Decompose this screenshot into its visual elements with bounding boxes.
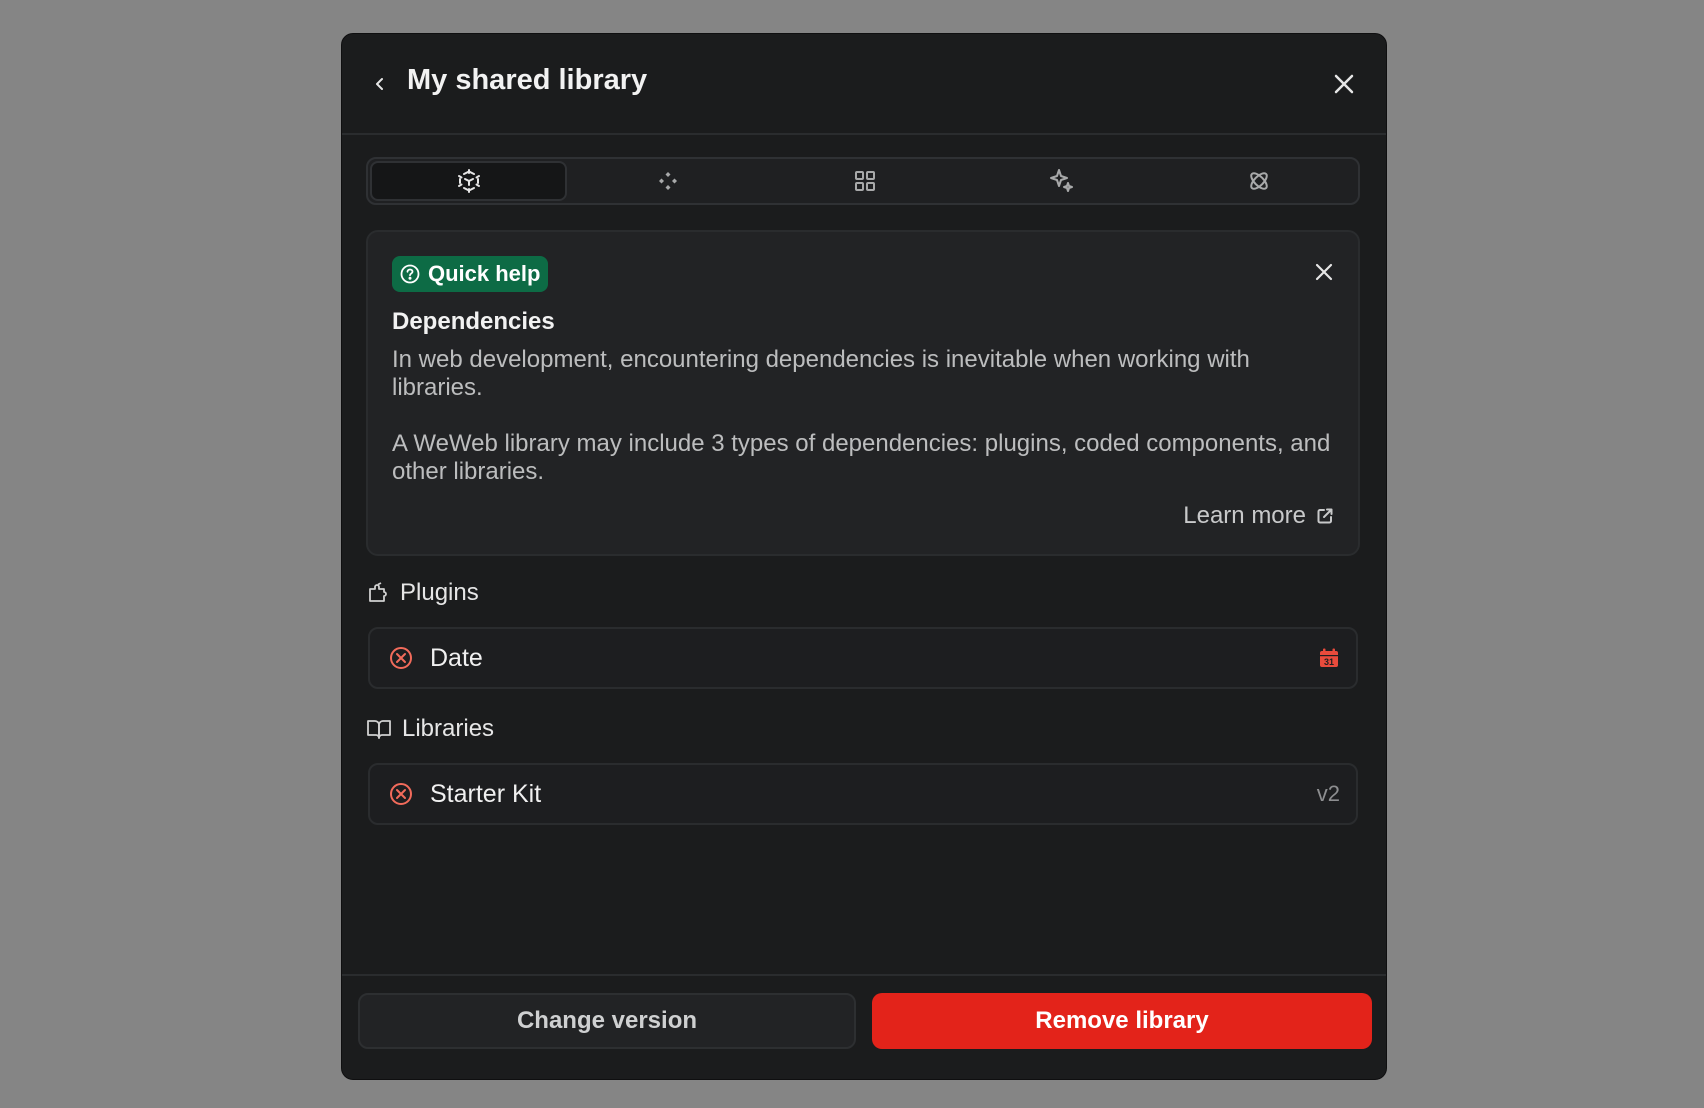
list-item[interactable]: Starter Kit v2 <box>368 763 1358 825</box>
external-link-icon <box>1317 508 1333 524</box>
quick-help-label: Quick help <box>428 261 541 286</box>
x-circle-icon <box>390 647 412 669</box>
atom-icon <box>1250 172 1269 190</box>
x-circle-icon <box>390 783 412 805</box>
tab-sections[interactable] <box>768 161 961 201</box>
remove-dependency-icon[interactable] <box>388 781 414 807</box>
library-modal: My shared library Quick help Dependencie… <box>341 33 1387 1080</box>
calendar-day: 31 <box>1324 657 1334 667</box>
modal-footer: Change version Remove library <box>342 974 1386 1079</box>
book-icon <box>367 720 391 739</box>
tab-library[interactable] <box>370 161 568 201</box>
tab-components[interactable] <box>571 161 764 201</box>
learn-more-label: Learn more <box>1183 502 1306 529</box>
close-icon <box>1315 263 1333 281</box>
learn-more-link[interactable]: Learn more <box>1183 502 1334 530</box>
chevron-left-icon <box>376 78 383 90</box>
question-circle-icon <box>400 264 420 284</box>
tab-plugins[interactable] <box>1163 161 1356 201</box>
modal-title: My shared library <box>407 64 648 96</box>
remove-dependency-icon[interactable] <box>388 645 414 671</box>
dependency-name: Date <box>430 643 483 672</box>
puzzle-icon <box>369 582 387 602</box>
remove-library-button[interactable]: Remove library <box>872 993 1372 1049</box>
help-close-button[interactable] <box>1308 256 1340 288</box>
change-version-button[interactable]: Change version <box>358 993 856 1049</box>
grid-icon <box>855 171 875 191</box>
diamonds-icon <box>658 172 677 190</box>
quick-help-card: Quick help Dependencies In web developme… <box>366 230 1360 556</box>
back-button[interactable] <box>366 70 394 98</box>
version-label: v2 <box>1316 781 1340 806</box>
plugins-label: Plugins <box>400 579 479 606</box>
calendar-icon: 31 <box>1318 647 1340 669</box>
plugins-section-label: Plugins <box>366 579 479 607</box>
libraries-label: Libraries <box>402 715 495 742</box>
close-icon <box>1334 74 1354 94</box>
cube-icon <box>457 169 480 193</box>
sparkles-icon <box>1050 169 1074 192</box>
dependency-name: Starter Kit <box>430 779 542 808</box>
tab-bar <box>366 157 1360 205</box>
quick-help-badge: Quick help <box>392 256 549 292</box>
list-item[interactable]: Date 31 <box>368 627 1358 689</box>
help-paragraph: In web development, encountering depende… <box>392 346 1250 401</box>
tab-ai[interactable] <box>966 161 1159 201</box>
help-paragraph: A WeWeb library may include 3 types of d… <box>392 430 1331 485</box>
help-heading: Dependencies <box>392 308 555 335</box>
close-button[interactable] <box>1326 66 1362 102</box>
libraries-section-label: Libraries <box>366 715 494 743</box>
modal-header: My shared library <box>342 34 1386 135</box>
